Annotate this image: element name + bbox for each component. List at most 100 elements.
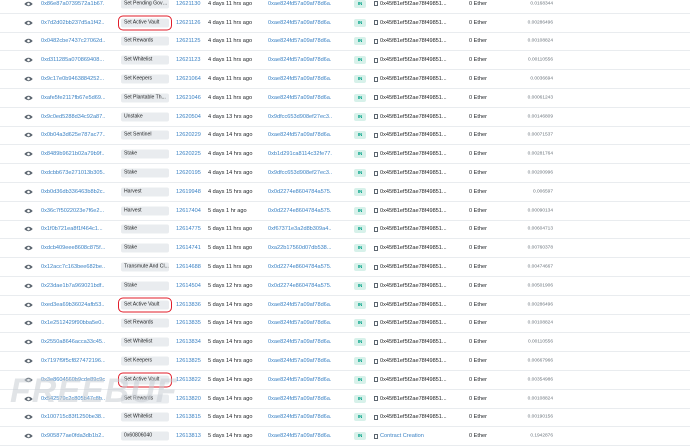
to-address[interactable]: 0x45f81ef5f2ae78f49851...: [374, 57, 468, 63]
to-address[interactable]: 0x45f81ef5f2ae78f49851...: [374, 132, 468, 138]
from-address-link[interactable]: 0x0d2274e8604784a575...: [268, 283, 332, 289]
txn-hash-link[interactable]: 0x1e2512429f90bba5e0...: [41, 320, 105, 326]
block-link[interactable]: 12613834: [176, 339, 208, 345]
txn-hash-link[interactable]: 0xdcb409eee8608c875f...: [41, 245, 105, 251]
to-address-text[interactable]: 0x45f81ef5f2ae78f49851...: [380, 132, 447, 138]
block-link[interactable]: 12613835: [176, 320, 208, 326]
block-link[interactable]: 12621126: [176, 20, 208, 26]
to-address-text[interactable]: 0x45f81ef5f2ae78f49851...: [380, 358, 447, 364]
from-address-link[interactable]: 0xae824fd57a09af78d6a...: [268, 320, 332, 326]
txn-hash-link[interactable]: 0x36c7f5022023e7f6e2...: [41, 208, 105, 214]
txn-hash-link[interactable]: 0x0b04a3d625e787ac77...: [41, 132, 105, 138]
txn-hash-link[interactable]: 0x9c17e0b9463884252...: [41, 76, 105, 82]
to-address[interactable]: 0x45f81ef5f2ae78f49851...: [374, 264, 468, 270]
eye-icon[interactable]: [24, 283, 33, 289]
block-link[interactable]: 12617404: [176, 208, 208, 214]
txn-hash-link[interactable]: 0xdcbb673e271013b305...: [41, 170, 105, 176]
eye-icon[interactable]: [24, 132, 33, 138]
to-address-text[interactable]: 0x45f81ef5f2ae78f49851...: [380, 226, 447, 232]
to-address[interactable]: 0x45f81ef5f2ae78f49851...: [374, 245, 468, 251]
txn-hash-link[interactable]: 0xafe5fe2117fb67e5d69...: [41, 95, 105, 101]
from-address-link[interactable]: 0xae824fd57a09af78d6a...: [268, 132, 332, 138]
to-address-text[interactable]: 0x45f81ef5f2ae78f49851...: [380, 1, 447, 7]
to-address-text[interactable]: 0x45f81ef5f2ae78f49851...: [380, 95, 447, 101]
from-address-link[interactable]: 0xae824fd57a09af78d6a...: [268, 377, 332, 383]
block-link[interactable]: 12614741: [176, 245, 208, 251]
eye-icon[interactable]: [24, 151, 33, 157]
from-address-link[interactable]: 0xae824fd57a09af78d6a...: [268, 396, 332, 402]
from-address-link[interactable]: 0x0d2274e8604784a575...: [268, 208, 332, 214]
to-address[interactable]: 0x45f81ef5f2ae78f49851...: [374, 226, 468, 232]
from-address-link[interactable]: 0xa22b17560d07db538...: [268, 245, 332, 251]
from-address-link[interactable]: 0xae824fd57a09af78d6a...: [268, 95, 332, 101]
eye-icon[interactable]: [24, 57, 33, 63]
block-link[interactable]: 12613825: [176, 358, 208, 364]
to-address[interactable]: 0x45f81ef5f2ae78f49851...: [374, 95, 468, 101]
to-address[interactable]: 0x45f81ef5f2ae78f49851...: [374, 1, 468, 7]
from-address-link[interactable]: 0xae824fd57a09af78d6a...: [268, 76, 332, 82]
to-address[interactable]: 0x45f81ef5f2ae78f49851...: [374, 189, 468, 195]
to-address-text[interactable]: 0x45f81ef5f2ae78f49851...: [380, 339, 447, 345]
eye-icon[interactable]: [24, 264, 33, 270]
to-address-text[interactable]: 0x45f81ef5f2ae78f49851...: [380, 320, 447, 326]
from-address-link[interactable]: 0xf67371e3a2d8b309a4...: [268, 226, 332, 232]
txn-hash-link[interactable]: 0x905877ae0fda3db1b2...: [41, 433, 105, 439]
to-address[interactable]: 0x45f81ef5f2ae78f49851...: [374, 283, 468, 289]
to-address-text[interactable]: 0x45f81ef5f2ae78f49851...: [380, 283, 447, 289]
eye-icon[interactable]: [24, 20, 33, 26]
to-address[interactable]: 0x45f81ef5f2ae78f49851...: [374, 76, 468, 82]
to-address[interactable]: 0x45f81ef5f2ae78f49851...: [374, 377, 468, 383]
block-link[interactable]: 12614688: [176, 264, 208, 270]
to-address[interactable]: 0x45f81ef5f2ae78f49851...: [374, 20, 468, 26]
from-address-link[interactable]: 0xae824fd57a09af78d6a...: [268, 20, 332, 26]
from-address-link[interactable]: 0xae824fd57a09af78d6a...: [268, 38, 332, 44]
eye-icon[interactable]: [24, 245, 33, 251]
eye-icon[interactable]: [24, 1, 33, 7]
to-address[interactable]: 0x45f81ef5f2ae78f49851...: [374, 302, 468, 308]
txn-hash-link[interactable]: 0x0482cbe7437c27062d...: [41, 38, 105, 44]
txn-hash-link[interactable]: 0x8489b9621b02a79b9f...: [41, 151, 105, 157]
txn-hash-link[interactable]: 0x2550a8646acca33c45...: [41, 339, 105, 345]
block-link[interactable]: 12621125: [176, 38, 208, 44]
txn-hash-link[interactable]: 0x7197f9f5cf827472196...: [41, 358, 105, 364]
to-address-text[interactable]: 0x45f81ef5f2ae78f49851...: [380, 57, 447, 63]
txn-hash-link[interactable]: 0xed3ea69b36024afb53...: [41, 302, 105, 308]
to-address[interactable]: 0x45f81ef5f2ae78f49851...: [374, 151, 468, 157]
txn-hash-link[interactable]: 0x86e87a0739572a1b67...: [41, 1, 105, 7]
txn-hash-link[interactable]: 0x9c0ed5288d34c92a87...: [41, 114, 105, 120]
to-address[interactable]: 0x45f81ef5f2ae78f49851...: [374, 38, 468, 44]
to-address-text[interactable]: Contract Creation: [380, 433, 424, 439]
from-address-link[interactable]: 0xae824fd57a09af78d6a...: [268, 302, 332, 308]
eye-icon[interactable]: [24, 320, 33, 326]
from-address-link[interactable]: 0xae824fd57a09af78d6a...: [268, 57, 332, 63]
block-link[interactable]: 12621046: [176, 95, 208, 101]
to-address-text[interactable]: 0x45f81ef5f2ae78f49851...: [380, 151, 447, 157]
block-link[interactable]: 12621123: [176, 57, 208, 63]
block-link[interactable]: 12620195: [176, 170, 208, 176]
to-address[interactable]: 0x45f81ef5f2ae78f49851...: [374, 208, 468, 214]
from-address-link[interactable]: 0xae824fd57a09af78d6a...: [268, 414, 332, 420]
from-address-link[interactable]: 0xae824fd57a09af78d6a...: [268, 339, 332, 345]
to-address[interactable]: 0x45f81ef5f2ae78f49851...: [374, 114, 468, 120]
eye-icon[interactable]: [24, 189, 33, 195]
from-address-link[interactable]: 0x0d2274e8604784a575...: [268, 264, 332, 270]
eye-icon[interactable]: [24, 38, 33, 44]
to-address-text[interactable]: 0x45f81ef5f2ae78f49851...: [380, 414, 447, 420]
eye-icon[interactable]: [24, 76, 33, 82]
block-link[interactable]: 12621130: [176, 1, 208, 7]
from-address-link[interactable]: 0xae824fd57a09af78d6a...: [268, 358, 332, 364]
eye-icon[interactable]: [24, 114, 33, 120]
eye-icon[interactable]: [24, 226, 33, 232]
to-address-text[interactable]: 0x45f81ef5f2ae78f49851...: [380, 114, 447, 120]
eye-icon[interactable]: [24, 302, 33, 308]
block-link[interactable]: 12621064: [176, 76, 208, 82]
block-link[interactable]: 12613836: [176, 302, 208, 308]
block-link[interactable]: 12613820: [176, 396, 208, 402]
to-address-text[interactable]: 0x45f81ef5f2ae78f49851...: [380, 245, 447, 251]
from-address-link[interactable]: 0xae824fd57a09af78d6a...: [268, 1, 332, 7]
block-link[interactable]: 12614504: [176, 283, 208, 289]
to-address-text[interactable]: 0x45f81ef5f2ae78f49851...: [380, 76, 447, 82]
eye-icon[interactable]: [24, 95, 33, 101]
block-link[interactable]: 12620504: [176, 114, 208, 120]
eye-icon[interactable]: [24, 208, 33, 214]
